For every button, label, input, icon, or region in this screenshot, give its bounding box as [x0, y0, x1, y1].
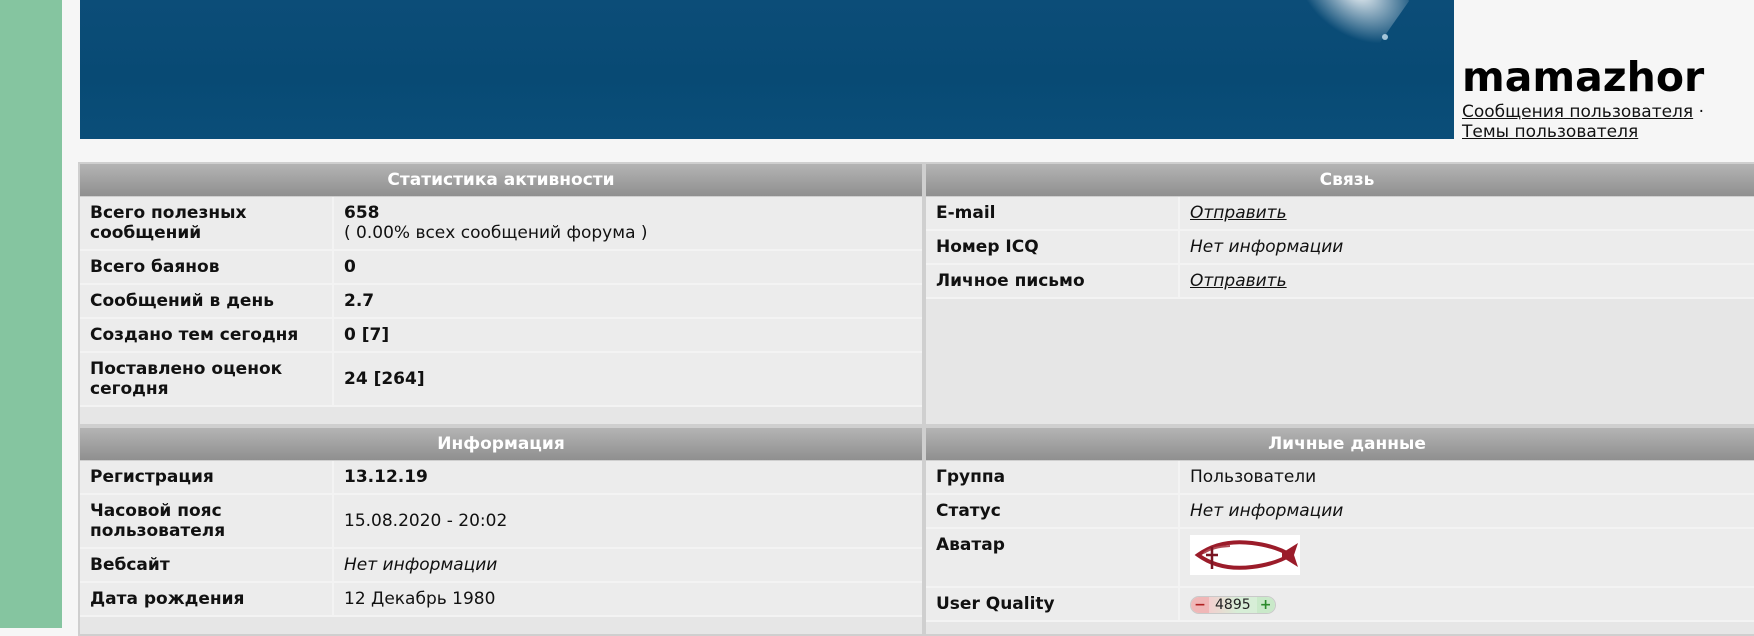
quality-plus-button[interactable]: + — [1256, 597, 1275, 613]
username-title: mamazhor — [1462, 53, 1705, 101]
stat-label: Всего баянов — [80, 250, 334, 285]
contact-row-icq: Номер ICQ Нет информации — [926, 230, 1754, 265]
avatar-fish-icon — [1190, 535, 1300, 575]
icq-value: Нет информации — [1179, 230, 1754, 265]
stat-value: 24 [264] — [333, 352, 922, 407]
contact-row-pm: Личное письмо Отправить — [926, 264, 1754, 299]
quality-score: 4895 — [1209, 597, 1257, 613]
stat-label: Сообщений в день — [80, 284, 334, 319]
stat-label: Создано тем сегодня — [80, 318, 334, 353]
profile-header: mamazhor Сообщения пользователя · Темы п… — [1462, 52, 1752, 142]
activity-stats-panel: Статистика активности Всего полезных соо… — [78, 162, 924, 426]
banner-glare — [1270, 0, 1410, 59]
contact-header: Связь — [926, 164, 1754, 197]
personal-row-user-quality: User Quality − 4895 + — [926, 587, 1754, 622]
banner-sparkle — [1382, 34, 1388, 40]
information-header: Информация — [80, 428, 922, 461]
info-value: 12 Декабрь 1980 — [333, 582, 922, 617]
personal-data-header: Личные данные — [926, 428, 1754, 461]
personal-row-avatar: Аватар — [926, 528, 1754, 588]
info-value: 15.08.2020 - 20:02 — [333, 494, 922, 549]
profile-banner-image — [80, 0, 1454, 139]
personal-data-panel: Личные данные Группа Пользователи Статус… — [924, 426, 1754, 636]
personal-label: Статус — [926, 494, 1180, 529]
stat-row-topics-today: Создано тем сегодня 0 [7] — [80, 318, 922, 353]
contact-label: E-mail — [926, 197, 1180, 231]
personal-label: Группа — [926, 461, 1180, 495]
stat-row-bayans: Всего баянов 0 — [80, 250, 922, 285]
profile-page: mamazhor Сообщения пользователя · Темы п… — [62, 0, 1754, 636]
contact-panel: Связь E-mail Отправить Номер ICQ Нет инф… — [924, 162, 1754, 426]
info-label: Дата рождения — [80, 582, 334, 617]
personal-value: Нет информации — [1179, 494, 1754, 529]
useful-posts-count: 658 — [344, 203, 380, 223]
quality-minus-button[interactable]: − — [1191, 597, 1209, 613]
personal-value: Пользователи — [1179, 461, 1754, 495]
stat-label: Всего полезных сообщений — [80, 197, 334, 251]
stat-value: 0 [7] — [333, 318, 922, 353]
left-decor-stripe — [0, 0, 62, 628]
info-value: 13.12.19 — [333, 461, 922, 495]
stat-value: 658 ( 0.00% всех сообщений форума ) — [333, 197, 922, 251]
link-separator: · — [1698, 102, 1704, 122]
info-row-timezone: Часовой пояс пользователя 15.08.2020 - 2… — [80, 494, 922, 549]
send-email-link[interactable]: Отправить — [1190, 203, 1287, 223]
stat-value: 0 — [333, 250, 922, 285]
personal-row-group: Группа Пользователи — [926, 461, 1754, 495]
contact-row-email: E-mail Отправить — [926, 197, 1754, 231]
user-quality-widget: − 4895 + — [1190, 596, 1276, 614]
contact-label: Номер ICQ — [926, 230, 1180, 265]
stat-value: 2.7 — [333, 284, 922, 319]
info-label: Регистрация — [80, 461, 334, 495]
user-links: Сообщения пользователя · Темы пользовате… — [1462, 102, 1752, 142]
user-posts-link[interactable]: Сообщения пользователя — [1462, 102, 1693, 122]
personal-label: Аватар — [926, 528, 1180, 588]
info-value: Нет информации — [333, 548, 922, 583]
activity-stats-header: Статистика активности — [80, 164, 922, 197]
stat-row-useful-posts: Всего полезных сообщений 658 ( 0.00% все… — [80, 197, 922, 251]
info-row-website: Вебсайт Нет информации — [80, 548, 922, 583]
info-label: Вебсайт — [80, 548, 334, 583]
send-pm-link[interactable]: Отправить — [1190, 271, 1287, 291]
info-row-birthday: Дата рождения 12 Декабрь 1980 — [80, 582, 922, 617]
info-label: Часовой пояс пользователя — [80, 494, 334, 549]
personal-row-status: Статус Нет информации — [926, 494, 1754, 529]
contact-label: Личное письмо — [926, 264, 1180, 299]
stat-row-posts-per-day: Сообщений в день 2.7 — [80, 284, 922, 319]
info-row-registration: Регистрация 13.12.19 — [80, 461, 922, 495]
useful-posts-percent: ( 0.00% всех сообщений форума ) — [344, 223, 648, 243]
personal-label: User Quality — [926, 587, 1180, 622]
user-topics-link[interactable]: Темы пользователя — [1462, 122, 1638, 142]
stat-row-ratings-today: Поставлено оценок сегодня 24 [264] — [80, 352, 922, 407]
information-panel: Информация Регистрация 13.12.19 Часовой … — [78, 426, 924, 636]
stat-label: Поставлено оценок сегодня — [80, 352, 334, 407]
